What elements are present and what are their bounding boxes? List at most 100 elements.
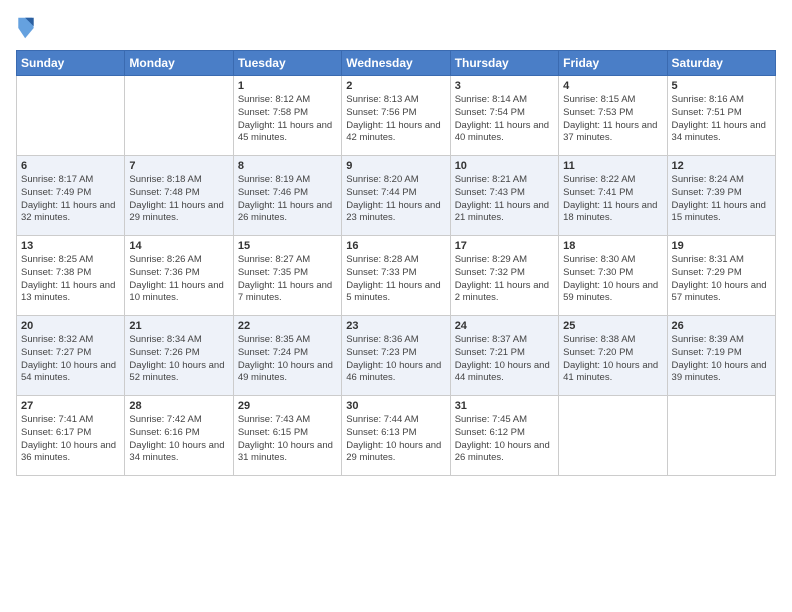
- day-number: 8: [238, 160, 337, 172]
- day-number: 28: [129, 400, 228, 412]
- day-number: 2: [346, 80, 445, 92]
- calendar-day-cell: 17 Sunrise: 8:29 AM Sunset: 7:32 PM Dayli…: [450, 236, 558, 316]
- calendar-day-cell: 18 Sunrise: 8:30 AM Sunset: 7:30 PM Dayli…: [559, 236, 667, 316]
- day-number: 18: [563, 240, 662, 252]
- day-info: Sunrise: 8:25 AM Sunset: 7:38 PM Dayligh…: [21, 254, 120, 305]
- day-info: Sunrise: 8:14 AM Sunset: 7:54 PM Dayligh…: [455, 94, 554, 145]
- calendar-day-cell: 25 Sunrise: 8:38 AM Sunset: 7:20 PM Dayli…: [559, 316, 667, 396]
- calendar-day-cell: 22 Sunrise: 8:35 AM Sunset: 7:24 PM Dayli…: [233, 316, 341, 396]
- calendar-day-cell: 28 Sunrise: 7:42 AM Sunset: 6:16 PM Dayli…: [125, 396, 233, 476]
- calendar-day-cell: 9Sunrise: 8:20 AM Sunset: 7:44 PM Daylig…: [342, 156, 450, 236]
- day-info: Sunrise: 8:34 AM Sunset: 7:26 PM Dayligh…: [129, 334, 228, 385]
- day-info: Sunrise: 8:26 AM Sunset: 7:36 PM Dayligh…: [129, 254, 228, 305]
- weekday-header-cell: Thursday: [450, 51, 558, 76]
- calendar-day-cell: 30 Sunrise: 7:44 AM Sunset: 6:13 PM Dayli…: [342, 396, 450, 476]
- day-info: Sunrise: 8:21 AM Sunset: 7:43 PM Dayligh…: [455, 174, 554, 225]
- day-number: 3: [455, 80, 554, 92]
- day-number: 29: [238, 400, 337, 412]
- logo: [16, 16, 40, 40]
- calendar-day-cell: 2 Sunrise: 8:13 AM Sunset: 7:56 PM Daylig…: [342, 76, 450, 156]
- day-info: Sunrise: 8:24 AM Sunset: 7:39 PM Dayligh…: [672, 174, 771, 225]
- calendar-day-cell: 1 Sunrise: 8:12 AM Sunset: 7:58 PM Daylig…: [233, 76, 341, 156]
- calendar-day-cell: 4 Sunrise: 8:15 AM Sunset: 7:53 PM Daylig…: [559, 76, 667, 156]
- day-info: Sunrise: 8:18 AM Sunset: 7:48 PM Dayligh…: [129, 174, 228, 225]
- calendar-day-cell: 12 Sunrise: 8:24 AM Sunset: 7:39 PM Dayli…: [667, 156, 775, 236]
- day-number: 17: [455, 240, 554, 252]
- calendar-day-cell: 21Sunrise: 8:34 AM Sunset: 7:26 PM Dayli…: [125, 316, 233, 396]
- day-number: 30: [346, 400, 445, 412]
- calendar-day-cell: [125, 76, 233, 156]
- day-number: 19: [672, 240, 771, 252]
- day-number: 5: [672, 80, 771, 92]
- day-number: 31: [455, 400, 554, 412]
- day-number: 26: [672, 320, 771, 332]
- day-number: 12: [672, 160, 771, 172]
- day-info: Sunrise: 8:13 AM Sunset: 7:56 PM Dayligh…: [346, 94, 445, 145]
- calendar-week-row: 13Sunrise: 8:25 AM Sunset: 7:38 PM Dayli…: [17, 236, 776, 316]
- calendar-day-cell: 14 Sunrise: 8:26 AM Sunset: 7:36 PM Dayli…: [125, 236, 233, 316]
- day-info: Sunrise: 7:43 AM Sunset: 6:15 PM Dayligh…: [238, 414, 337, 465]
- day-info: Sunrise: 8:12 AM Sunset: 7:58 PM Dayligh…: [238, 94, 337, 145]
- day-number: 10: [455, 160, 554, 172]
- day-number: 11: [563, 160, 662, 172]
- day-info: Sunrise: 7:41 AM Sunset: 6:17 PM Dayligh…: [21, 414, 120, 465]
- day-info: Sunrise: 7:44 AM Sunset: 6:13 PM Dayligh…: [346, 414, 445, 465]
- calendar-day-cell: 26Sunrise: 8:39 AM Sunset: 7:19 PM Dayli…: [667, 316, 775, 396]
- day-number: 9: [346, 160, 445, 172]
- calendar-day-cell: [559, 396, 667, 476]
- calendar-week-row: 27 Sunrise: 7:41 AM Sunset: 6:17 PM Dayli…: [17, 396, 776, 476]
- day-info: Sunrise: 8:16 AM Sunset: 7:51 PM Dayligh…: [672, 94, 771, 145]
- day-info: Sunrise: 8:32 AM Sunset: 7:27 PM Dayligh…: [21, 334, 120, 385]
- calendar-day-cell: 3 Sunrise: 8:14 AM Sunset: 7:54 PM Daylig…: [450, 76, 558, 156]
- day-info: Sunrise: 8:38 AM Sunset: 7:20 PM Dayligh…: [563, 334, 662, 385]
- weekday-header-cell: Saturday: [667, 51, 775, 76]
- calendar-day-cell: 16 Sunrise: 8:28 AM Sunset: 7:33 PM Dayli…: [342, 236, 450, 316]
- day-number: 27: [21, 400, 120, 412]
- day-number: 6: [21, 160, 120, 172]
- calendar-day-cell: 13Sunrise: 8:25 AM Sunset: 7:38 PM Dayli…: [17, 236, 125, 316]
- day-info: Sunrise: 8:36 AM Sunset: 7:23 PM Dayligh…: [346, 334, 445, 385]
- day-info: Sunrise: 8:31 AM Sunset: 7:29 PM Dayligh…: [672, 254, 771, 305]
- day-info: Sunrise: 8:19 AM Sunset: 7:46 PM Dayligh…: [238, 174, 337, 225]
- day-number: 25: [563, 320, 662, 332]
- day-info: Sunrise: 8:28 AM Sunset: 7:33 PM Dayligh…: [346, 254, 445, 305]
- weekday-header-cell: Monday: [125, 51, 233, 76]
- calendar-day-cell: 11 Sunrise: 8:22 AM Sunset: 7:41 PM Dayli…: [559, 156, 667, 236]
- day-info: Sunrise: 8:30 AM Sunset: 7:30 PM Dayligh…: [563, 254, 662, 305]
- weekday-header-cell: Tuesday: [233, 51, 341, 76]
- calendar-day-cell: 19 Sunrise: 8:31 AM Sunset: 7:29 PM Dayli…: [667, 236, 775, 316]
- calendar-day-cell: 7 Sunrise: 8:18 AM Sunset: 7:48 PM Daylig…: [125, 156, 233, 236]
- day-info: Sunrise: 8:27 AM Sunset: 7:35 PM Dayligh…: [238, 254, 337, 305]
- calendar-body: 1 Sunrise: 8:12 AM Sunset: 7:58 PM Daylig…: [17, 76, 776, 476]
- day-info: Sunrise: 8:22 AM Sunset: 7:41 PM Dayligh…: [563, 174, 662, 225]
- calendar-day-cell: 5 Sunrise: 8:16 AM Sunset: 7:51 PM Daylig…: [667, 76, 775, 156]
- day-info: Sunrise: 8:37 AM Sunset: 7:21 PM Dayligh…: [455, 334, 554, 385]
- calendar-table: SundayMondayTuesdayWednesdayThursdayFrid…: [16, 50, 776, 476]
- day-info: Sunrise: 8:29 AM Sunset: 7:32 PM Dayligh…: [455, 254, 554, 305]
- day-info: Sunrise: 8:17 AM Sunset: 7:49 PM Dayligh…: [21, 174, 120, 225]
- weekday-header-cell: Friday: [559, 51, 667, 76]
- day-number: 1: [238, 80, 337, 92]
- calendar-day-cell: 27 Sunrise: 7:41 AM Sunset: 6:17 PM Dayli…: [17, 396, 125, 476]
- day-info: Sunrise: 8:35 AM Sunset: 7:24 PM Dayligh…: [238, 334, 337, 385]
- day-number: 14: [129, 240, 228, 252]
- day-info: Sunrise: 7:45 AM Sunset: 6:12 PM Dayligh…: [455, 414, 554, 465]
- calendar-day-cell: 20Sunrise: 8:32 AM Sunset: 7:27 PM Dayli…: [17, 316, 125, 396]
- day-number: 7: [129, 160, 228, 172]
- day-number: 23: [346, 320, 445, 332]
- calendar-day-cell: 29 Sunrise: 7:43 AM Sunset: 6:15 PM Dayli…: [233, 396, 341, 476]
- day-number: 24: [455, 320, 554, 332]
- calendar-week-row: 1 Sunrise: 8:12 AM Sunset: 7:58 PM Daylig…: [17, 76, 776, 156]
- day-number: 4: [563, 80, 662, 92]
- calendar-day-cell: [17, 76, 125, 156]
- day-info: Sunrise: 7:42 AM Sunset: 6:16 PM Dayligh…: [129, 414, 228, 465]
- day-number: 16: [346, 240, 445, 252]
- day-info: Sunrise: 8:15 AM Sunset: 7:53 PM Dayligh…: [563, 94, 662, 145]
- calendar-day-cell: 6 Sunrise: 8:17 AM Sunset: 7:49 PM Daylig…: [17, 156, 125, 236]
- day-number: 22: [238, 320, 337, 332]
- calendar-day-cell: [667, 396, 775, 476]
- calendar-day-cell: 10 Sunrise: 8:21 AM Sunset: 7:43 PM Dayli…: [450, 156, 558, 236]
- weekday-header-cell: Wednesday: [342, 51, 450, 76]
- weekday-header-row: SundayMondayTuesdayWednesdayThursdayFrid…: [17, 51, 776, 76]
- day-number: 15: [238, 240, 337, 252]
